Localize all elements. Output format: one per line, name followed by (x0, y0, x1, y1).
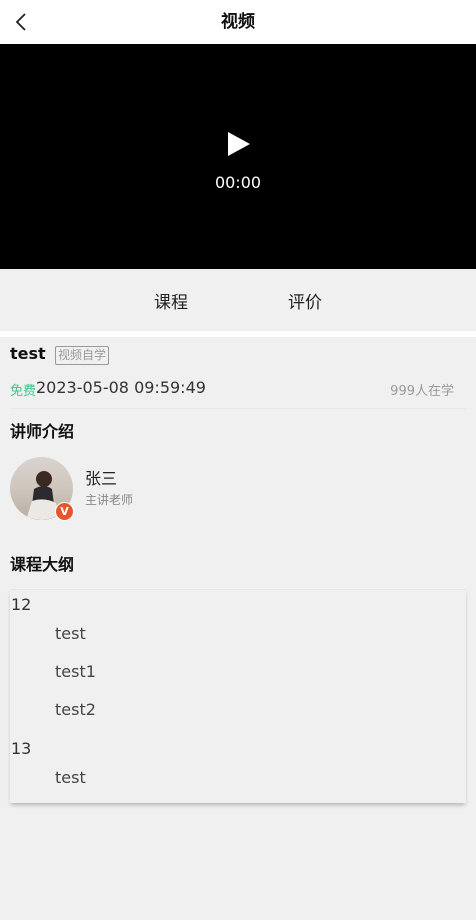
lesson-item[interactable]: test1 (55, 662, 96, 681)
teacher-name: 张三 (85, 469, 118, 488)
learner-count: 999人在学 (390, 384, 454, 399)
tab-review[interactable]: 评价 (288, 269, 322, 331)
course-date: 2023-05-08 09:59:49 (36, 378, 206, 397)
page-title: 视频 (221, 12, 255, 32)
price-label: 免费 (10, 384, 37, 399)
verified-badge-icon: V (55, 502, 74, 521)
chapter-title: 13 (11, 739, 32, 758)
divider (10, 408, 466, 409)
teacher-role: 主讲老师 (85, 493, 134, 507)
course-name: test (10, 344, 46, 363)
teacher-section-title: 讲师介绍 (10, 422, 75, 441)
tab-bar: 课程 评价 (0, 269, 476, 331)
outline-section-title: 课程大纲 (10, 555, 75, 574)
lesson-item[interactable]: test2 (55, 700, 96, 719)
top-bar: 视频 (0, 0, 476, 44)
video-time: 00:00 (214, 173, 262, 192)
lesson-item[interactable]: test (55, 624, 86, 643)
video-player[interactable]: 00:00 (0, 44, 476, 269)
tab-course[interactable]: 课程 (154, 269, 188, 331)
divider (0, 331, 476, 337)
chapter-title: 12 (11, 595, 32, 614)
play-icon[interactable] (224, 130, 252, 158)
lesson-item[interactable]: test (55, 768, 86, 787)
course-type-badge: 视频自学 (55, 346, 110, 365)
